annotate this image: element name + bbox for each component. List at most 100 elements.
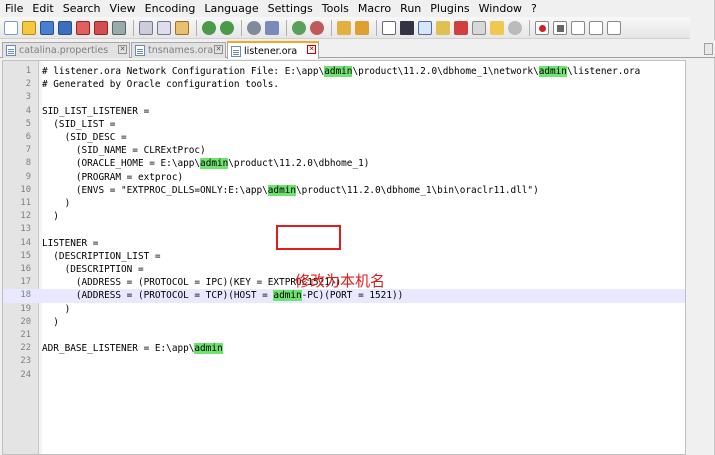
line-text: ADR_BASE_LISTENER = E:\app\admin [42,343,223,355]
close-all-icon[interactable] [93,20,109,36]
code-line[interactable]: 8 (ORACLE_HOME = E:\app\admin\product\11… [3,157,685,170]
tab-tnsnames-ora[interactable]: tnsnames.ora ✕ [131,42,226,58]
code-line[interactable]: 23 [3,355,685,368]
code-line[interactable]: 24 [3,369,685,382]
code-line[interactable]: 15 (DESCRIPTION_LIST = [3,250,685,263]
code-line[interactable]: 7 (SID_NAME = CLRExtProc) [3,144,685,157]
menu-bar: File Edit Search View Encoding Language Settin… [0,0,690,17]
menu-search[interactable]: Search [58,2,105,15]
tab-catalina-properties[interactable]: catalina.properties ✕ [2,42,130,58]
redo-icon[interactable] [219,20,235,36]
code-line[interactable]: 19 ) [3,303,685,316]
search-highlight: admin [538,66,567,77]
menu-macro[interactable]: Macro [353,2,395,15]
find-icon[interactable] [246,20,262,36]
search-highlight: admin [273,290,302,302]
save-macro-icon[interactable] [606,20,622,36]
code-line[interactable]: 9 (PROGRAM = extproc) [3,171,685,184]
user-language-icon[interactable] [435,20,451,36]
folder-workspace-icon[interactable] [489,20,505,36]
line-number: 14 [20,237,31,248]
zoom-out-icon[interactable] [309,20,325,36]
line-text: ) [42,303,71,315]
line-text: ) [42,211,59,223]
search-highlight: admin [194,343,223,355]
menu-window[interactable]: Window [474,2,526,15]
tab-listener-ora[interactable]: listener.ora ✕ [227,41,319,59]
open-file-icon[interactable] [21,20,37,36]
tab-label: catalina.properties [19,45,109,56]
line-number: 7 [25,145,31,156]
show-all-characters-icon[interactable] [399,20,415,36]
code-line[interactable]: 21 [3,329,685,342]
text-editor[interactable]: 1 # listener.ora Network Configuration Fi… [2,60,686,455]
doc-map-icon[interactable] [453,20,469,36]
function-list-icon[interactable] [471,20,487,36]
line-number: 9 [25,171,31,182]
search-highlight: admin [200,158,229,170]
toolbar-separator [529,19,530,36]
sync-horizontal-icon[interactable] [354,20,370,36]
toolbar-separator [331,19,332,36]
copy-icon[interactable] [156,20,172,36]
menu-settings[interactable]: Settings [263,2,317,15]
paste-icon[interactable] [174,20,190,36]
line-number: 21 [20,330,31,340]
line-number: 19 [20,303,31,314]
code-line[interactable]: 18 (ADDRESS = (PROTOCOL = TCP)(HOST = ad… [3,289,685,303]
line-text: (DESCRIPTION = [42,264,144,275]
toolbar [0,17,690,39]
record-macro-icon[interactable] [534,20,550,36]
code-line[interactable]: 13 [3,223,685,236]
menu-edit[interactable]: Edit [27,2,57,15]
menu-language[interactable]: Language [199,2,262,15]
zoom-in-icon[interactable] [291,20,307,36]
new-file-icon[interactable] [3,20,19,36]
code-line[interactable]: 14 LISTENER = [3,237,685,250]
close-icon[interactable] [75,20,91,36]
line-number: 20 [20,316,31,327]
replace-icon[interactable] [264,20,280,36]
menu-help[interactable]: ? [526,2,541,15]
line-text: (DESCRIPTION_LIST = [42,250,161,262]
code-line[interactable]: 3 [3,91,685,104]
menu-encoding[interactable]: Encoding [140,2,200,15]
code-line[interactable]: 2 # Generated by Oracle configuration too… [3,78,685,91]
undo-icon[interactable] [201,20,217,36]
play-macro-multiple-icon[interactable] [588,20,604,36]
annotation-text: 修改为本机名 [295,272,386,290]
code-line[interactable]: 4 SID_LIST_LISTENER = [3,105,685,118]
close-tab-icon[interactable]: ✕ [118,45,127,54]
line-text: # Generated by Oracle configuration tool… [42,79,280,91]
play-macro-icon[interactable] [570,20,586,36]
code-line[interactable]: 22 ADR_BASE_LISTENER = E:\app\admin [3,342,685,355]
menu-run[interactable]: Run [395,2,425,15]
stop-macro-icon[interactable] [552,20,568,36]
save-icon[interactable] [39,20,55,36]
word-wrap-icon[interactable] [381,20,397,36]
sync-vertical-icon[interactable] [336,20,352,36]
cut-icon[interactable] [138,20,154,36]
monitoring-icon[interactable] [507,20,523,36]
code-line[interactable]: 1 # listener.ora Network Configuration Fi… [3,65,685,78]
indent-guide-icon[interactable] [417,20,433,36]
tab-scroll-button[interactable] [704,43,713,55]
menu-tools[interactable]: Tools [317,2,353,15]
line-number: 13 [20,224,31,235]
close-tab-icon[interactable]: ✕ [214,45,223,54]
menu-view[interactable]: View [105,2,140,15]
code-line[interactable]: 5 (SID_LIST = [3,118,685,131]
code-line[interactable]: 11 ) [3,197,685,210]
line-number: 17 [20,277,31,288]
code-line[interactable]: 6 (SID_DESC = [3,131,685,144]
notepad-window: File Edit Search View Encoding Language Settin… [0,0,715,455]
menu-plugins[interactable]: Plugins [425,2,473,15]
menu-file[interactable]: File [0,2,27,15]
print-icon[interactable] [111,20,127,36]
line-number: 23 [20,356,31,367]
code-line[interactable]: 10 (ENVS = "EXTPROC_DLLS=ONLY:E:\app\adm… [3,184,685,197]
close-tab-icon[interactable]: ✕ [307,45,316,54]
save-all-icon[interactable] [57,20,73,36]
code-line[interactable]: 12 ) [3,210,685,223]
code-line[interactable]: 20 ) [3,316,685,329]
